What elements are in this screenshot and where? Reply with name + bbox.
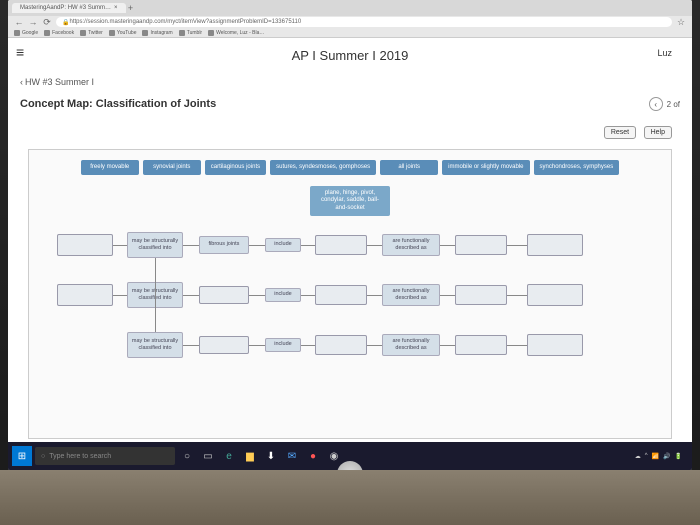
bookmark-item[interactable]: Google xyxy=(14,30,38,36)
browser-tab[interactable]: MasteringAandP: HW #3 Summ…× xyxy=(12,3,126,13)
bookmark-item[interactable]: Tumblr xyxy=(179,30,202,36)
term-bank: freely movable synovial joints cartilagi… xyxy=(37,160,663,175)
star-icon[interactable]: ☆ xyxy=(676,17,686,27)
wifi-icon[interactable]: 📶 xyxy=(652,453,659,460)
taskbar-search[interactable]: ○Type here to search xyxy=(35,447,175,465)
app-icon[interactable]: ● xyxy=(304,447,322,465)
menu-icon[interactable]: ≡ xyxy=(16,44,24,60)
breadcrumb-back[interactable]: HW #3 Summer I xyxy=(8,73,692,91)
tab-row: MasteringAandP: HW #3 Summ…× + xyxy=(8,0,692,16)
map-node[interactable]: fibrous joints xyxy=(199,236,249,254)
diagram-area: may be structurally classified into fibr… xyxy=(37,226,663,426)
screen: MasteringAandP: HW #3 Summ…× + ← → ⟳ 🔒ht… xyxy=(8,0,692,470)
taskview-icon[interactable]: ▭ xyxy=(199,447,217,465)
explorer-icon[interactable]: ▆ xyxy=(241,447,259,465)
chevron-up-icon[interactable]: ^ xyxy=(645,453,648,459)
reset-button[interactable]: Reset xyxy=(604,126,636,139)
bookmark-item[interactable]: Welcome, Luz - Bla… xyxy=(208,30,264,36)
drop-slot[interactable] xyxy=(315,235,367,255)
course-title: AP I Summer I 2019 xyxy=(8,38,692,73)
map-node: may be structurally classified into xyxy=(127,232,183,258)
drop-slot[interactable] xyxy=(315,285,367,305)
new-tab-button[interactable]: + xyxy=(126,3,136,13)
page-counter: ‹2 of xyxy=(649,97,680,111)
browser-chrome: MasteringAandP: HW #3 Summ…× + ← → ⟳ 🔒ht… xyxy=(8,0,692,38)
map-node: may be structurally classified into xyxy=(127,332,183,358)
drop-slot[interactable] xyxy=(527,334,583,356)
lock-icon: 🔒 xyxy=(62,19,69,26)
start-button[interactable]: ⊞ xyxy=(12,446,32,466)
drop-slot[interactable] xyxy=(315,335,367,355)
term-tile[interactable]: all joints xyxy=(380,160,438,175)
drop-slot[interactable] xyxy=(57,284,113,306)
laptop-frame: MasteringAandP: HW #3 Summ…× + ← → ⟳ 🔒ht… xyxy=(0,0,700,525)
forward-button[interactable]: → xyxy=(28,17,38,27)
drop-slot[interactable] xyxy=(527,234,583,256)
bookmark-item[interactable]: YouTube xyxy=(109,30,137,36)
cortana-icon[interactable]: ○ xyxy=(178,447,196,465)
user-name[interactable]: Luz xyxy=(657,48,672,58)
bookmark-bar: Google Facebook Twitter YouTube Instagra… xyxy=(8,29,692,37)
map-node: include xyxy=(265,338,301,352)
drop-slot[interactable] xyxy=(199,336,249,354)
page-content: ≡ AP I Summer I 2019 Luz HW #3 Summer I … xyxy=(8,38,692,442)
map-node: include xyxy=(265,238,301,252)
prev-icon[interactable]: ‹ xyxy=(649,97,663,111)
map-node: are functionally described as xyxy=(382,234,440,256)
drop-slot[interactable] xyxy=(199,286,249,304)
term-tile[interactable]: sutures, syndesmoses, gomphoses xyxy=(270,160,376,175)
search-icon: ○ xyxy=(41,453,45,460)
term-tile[interactable]: freely movable xyxy=(81,160,139,175)
help-button[interactable]: Help xyxy=(644,126,672,139)
mail-icon[interactable]: ✉ xyxy=(283,447,301,465)
chrome-icon[interactable]: ◉ xyxy=(325,447,343,465)
back-button[interactable]: ← xyxy=(14,17,24,27)
laptop-keyboard xyxy=(0,470,700,525)
term-tile[interactable]: synchondroses, symphyses xyxy=(534,160,620,175)
address-bar[interactable]: 🔒https://session.masteringaandp.com/myct… xyxy=(56,17,672,27)
bookmark-item[interactable]: Twitter xyxy=(80,30,103,36)
term-tile[interactable]: plane, hinge, pivot, condylar, saddle, b… xyxy=(310,186,390,216)
drop-slot[interactable] xyxy=(455,235,507,255)
edge-icon[interactable]: e xyxy=(220,447,238,465)
term-tile[interactable]: synovial joints xyxy=(143,160,201,175)
onedrive-icon[interactable]: ☁ xyxy=(635,453,641,460)
close-icon[interactable]: × xyxy=(114,5,118,11)
bookmark-item[interactable]: Instagram xyxy=(142,30,172,36)
map-node: are functionally described as xyxy=(382,334,440,356)
term-tile[interactable]: immobile or slightly movable xyxy=(442,160,529,175)
concept-title: Concept Map: Classification of Joints xyxy=(20,98,216,110)
system-tray[interactable]: ☁ ^ 📶 🔊 🔋 xyxy=(635,453,688,460)
concept-map: freely movable synovial joints cartilagi… xyxy=(28,149,672,439)
store-icon[interactable]: ⬇ xyxy=(262,447,280,465)
drop-slot[interactable] xyxy=(57,234,113,256)
drop-slot[interactable] xyxy=(455,285,507,305)
volume-icon[interactable]: 🔊 xyxy=(663,453,670,460)
drop-slot[interactable] xyxy=(527,284,583,306)
map-node: include xyxy=(265,288,301,302)
reload-button[interactable]: ⟳ xyxy=(42,17,52,27)
drop-slot[interactable] xyxy=(455,335,507,355)
map-node: are functionally described as xyxy=(382,284,440,306)
term-tile[interactable]: cartilaginous joints xyxy=(205,160,266,175)
battery-icon[interactable]: 🔋 xyxy=(675,453,682,460)
bookmark-item[interactable]: Facebook xyxy=(44,30,74,36)
